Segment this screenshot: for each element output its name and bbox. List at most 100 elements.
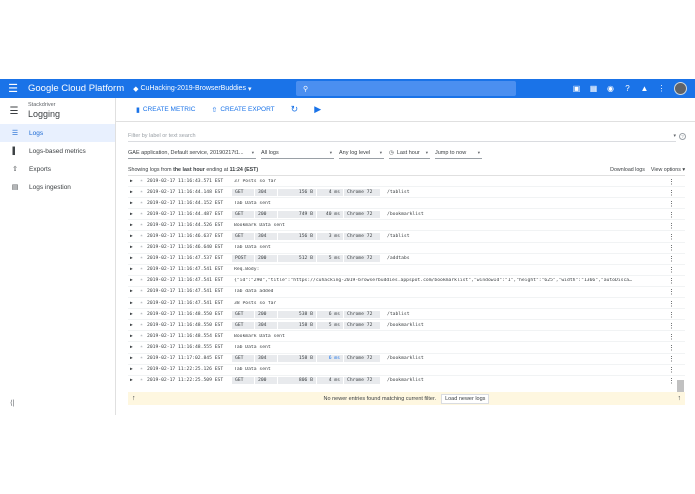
log-row[interactable]: ▶ ∗ 2019-02-17 11:16:46.637 EST GET 304 156 B…	[128, 231, 685, 243]
expand-arrow-icon[interactable]: ▶	[128, 312, 136, 317]
more-icon[interactable]: ⋮	[668, 342, 675, 353]
more-icon[interactable]: ⋮	[668, 298, 675, 309]
more-icon[interactable]: ⋮	[668, 198, 675, 209]
support-icon[interactable]: ◉	[602, 79, 619, 98]
more-icon[interactable]: ⋮	[668, 231, 675, 242]
more-icon[interactable]: ⋮	[668, 209, 675, 220]
expand-arrow-icon[interactable]: ▶	[128, 223, 136, 228]
log-row[interactable]: ▶ ∗ 2019-02-17 11:22:25.126 EST Tab Data se…	[128, 365, 685, 376]
log-row[interactable]: ▶ ∗ 2019-02-17 11:16:47.537 EST POST 200 512 …	[128, 254, 685, 265]
log-row[interactable]: ▶ ∗ 2019-02-17 11:16:44.148 EST GET 304 156 B…	[128, 187, 685, 199]
notifications-icon[interactable]: ▲	[636, 79, 653, 98]
expand-arrow-icon[interactable]: ▶	[128, 278, 136, 283]
more-icon[interactable]: ⋮	[668, 254, 675, 265]
download-logs-button[interactable]: Download logs	[610, 167, 645, 173]
log-row[interactable]: ▶ ∗ 2019-02-17 11:16:47.541 EST Req.Body: ⋮	[128, 265, 685, 276]
expand-arrow-icon[interactable]: ▶	[128, 334, 136, 339]
time-range-select[interactable]: ◷ Last hour ▾	[389, 148, 430, 159]
more-icon[interactable]: ⋮	[668, 309, 675, 320]
collapse-sidebar-icon[interactable]: ⟨|	[10, 399, 15, 407]
load-newer-logs-button[interactable]: Load newer logs	[441, 393, 490, 404]
more-icon[interactable]: ⋮	[668, 243, 675, 254]
expand-arrow-icon[interactable]: ▶	[128, 345, 136, 350]
create-metric-button[interactable]: ▮ CREATE METRIC	[136, 106, 195, 114]
log-row[interactable]: ▶ ∗ 2019-02-17 11:16:48.550 EST GET 200 538 B…	[128, 309, 685, 321]
expand-arrow-icon[interactable]: ▶	[128, 356, 136, 361]
refresh-icon[interactable]: ↻	[291, 104, 299, 115]
log-row[interactable]: ▶ ∗ 2019-02-17 11:16:48.550 EST GET 304 158 B…	[128, 320, 685, 332]
search-input[interactable]: ⚲	[296, 81, 516, 96]
more-icon[interactable]: ⋮	[668, 276, 675, 287]
log-row[interactable]: ▶ ∗ 2019-02-17 11:17:02.845 EST GET 304 158 B…	[128, 354, 685, 365]
jump-to-select[interactable]: Jump to now ▾	[435, 148, 482, 159]
resource-select[interactable]: GAE application, Default service, 201902…	[128, 148, 256, 159]
play-icon[interactable]: ▶	[314, 104, 321, 115]
log-size: 749 B	[278, 210, 316, 218]
sidebar-item-logs-ingestion[interactable]: ▤ Logs ingestion	[0, 178, 115, 196]
more-icon[interactable]: ⋮	[668, 265, 675, 276]
sidebar-item-label: Logs	[29, 129, 44, 137]
filter-input[interactable]: Filter by label or text search ▾	[128, 131, 676, 142]
log-message: {"id":"290","title":"https://cuhacking-2…	[234, 278, 632, 284]
logs-select[interactable]: All logs ▾	[261, 148, 334, 159]
menu-icon[interactable]: ☰	[4, 79, 22, 98]
expand-arrow-icon[interactable]: ▶	[128, 245, 136, 250]
expand-arrow-icon[interactable]: ▶	[128, 301, 136, 306]
filter-dropdown-icon[interactable]: ▾	[673, 133, 676, 139]
log-path: /bookmarklist	[387, 211, 424, 217]
expand-arrow-icon[interactable]: ▶	[128, 179, 136, 184]
sidebar-item-logs-based-metrics[interactable]: ▌ Logs-based metrics	[0, 142, 115, 160]
more-icon[interactable]: ⋮	[668, 220, 675, 231]
log-row[interactable]: ▶ ∗ 2019-02-17 11:16:47.541 EST Tab data ad…	[128, 287, 685, 299]
log-row[interactable]: ▶ ∗ 2019-02-17 11:16:47.541 EST {"id":"290"…	[128, 276, 685, 287]
expand-arrow-icon[interactable]: ▶	[128, 367, 136, 372]
log-user-agent: Chrome 72	[344, 210, 380, 218]
create-metric-label: CREATE METRIC	[142, 106, 196, 113]
more-icon[interactable]: ⋮	[668, 176, 675, 187]
expand-arrow-icon[interactable]: ▶	[128, 289, 136, 294]
expand-arrow-icon[interactable]: ▶	[128, 234, 136, 239]
sidebar-item-exports[interactable]: ⇧ Exports	[0, 160, 115, 178]
log-row[interactable]: ▶ ∗ 2019-02-17 11:16:44.152 EST Tab Data se…	[128, 198, 685, 210]
log-row[interactable]: ▶ ∗ 2019-02-17 11:22:25.509 EST GET 200 806 B…	[128, 376, 685, 385]
product-family: Stackdriver	[28, 102, 56, 109]
arrow-up-icon[interactable]: ↑	[132, 395, 136, 402]
brand-title[interactable]: Google Cloud Platform	[28, 83, 124, 94]
expand-arrow-icon[interactable]: ▶	[128, 323, 136, 328]
view-options-button[interactable]: View options ▾	[651, 167, 685, 173]
more-icon[interactable]: ⋮	[668, 287, 675, 298]
project-selector[interactable]: ◆ CuHacking-2019-BrowserBuddies ▾	[133, 85, 251, 93]
more-icon[interactable]: ⋮	[653, 79, 670, 98]
log-row[interactable]: ▶ ∗ 2019-02-17 11:16:44.526 EST Bookmark Da…	[128, 220, 685, 232]
create-export-button[interactable]: ⇧ CREATE EXPORT	[211, 106, 274, 114]
more-icon[interactable]: ⋮	[668, 187, 675, 198]
info-range: the last hour	[173, 166, 205, 173]
more-icon[interactable]: ⋮	[668, 376, 675, 385]
sidebar-item-logs[interactable]: ☰ Logs	[0, 124, 115, 142]
log-row[interactable]: ▶ ∗ 2019-02-17 11:16:44.487 EST GET 200 749 B…	[128, 209, 685, 221]
more-icon[interactable]: ⋮	[668, 331, 675, 342]
log-row[interactable]: ▶ ∗ 2019-02-17 11:16:46.640 EST Tab Data se…	[128, 243, 685, 254]
more-icon[interactable]: ⋮	[668, 365, 675, 376]
log-row[interactable]: ▶ ∗ 2019-02-17 11:16:48.555 EST Tab Data se…	[128, 342, 685, 354]
more-icon[interactable]: ⋮	[668, 354, 675, 365]
more-icon[interactable]: ⋮	[668, 320, 675, 331]
expand-arrow-icon[interactable]: ▶	[128, 201, 136, 206]
expand-arrow-icon[interactable]: ▶	[128, 378, 136, 383]
help-icon[interactable]: ?	[619, 79, 636, 98]
arrow-up-icon[interactable]: ↑	[678, 395, 682, 402]
expand-arrow-icon[interactable]: ▶	[128, 212, 136, 217]
log-level-select[interactable]: Any log level ▾	[339, 148, 384, 159]
expand-arrow-icon[interactable]: ▶	[128, 267, 136, 272]
log-row[interactable]: ▶ ∗ 2019-02-17 11:16:48.554 EST Bookmark Da…	[128, 331, 685, 343]
filter-help-icon[interactable]: ?	[679, 133, 686, 140]
log-size: 156 B	[278, 188, 316, 196]
expand-arrow-icon[interactable]: ▶	[128, 190, 136, 195]
gift-icon[interactable]: ▣	[568, 79, 585, 98]
log-row[interactable]: ▶ ∗ 2019-02-17 11:16:47.541 EST 38 Posts so…	[128, 298, 685, 310]
cloud-shell-icon[interactable]: ▦	[585, 79, 602, 98]
search-icon: ⚲	[303, 85, 309, 93]
avatar[interactable]	[674, 82, 687, 95]
log-row[interactable]: ▶ ∗ 2019-02-17 11:16:43.571 EST 37 Posts so…	[128, 176, 685, 188]
expand-arrow-icon[interactable]: ▶	[128, 256, 136, 261]
